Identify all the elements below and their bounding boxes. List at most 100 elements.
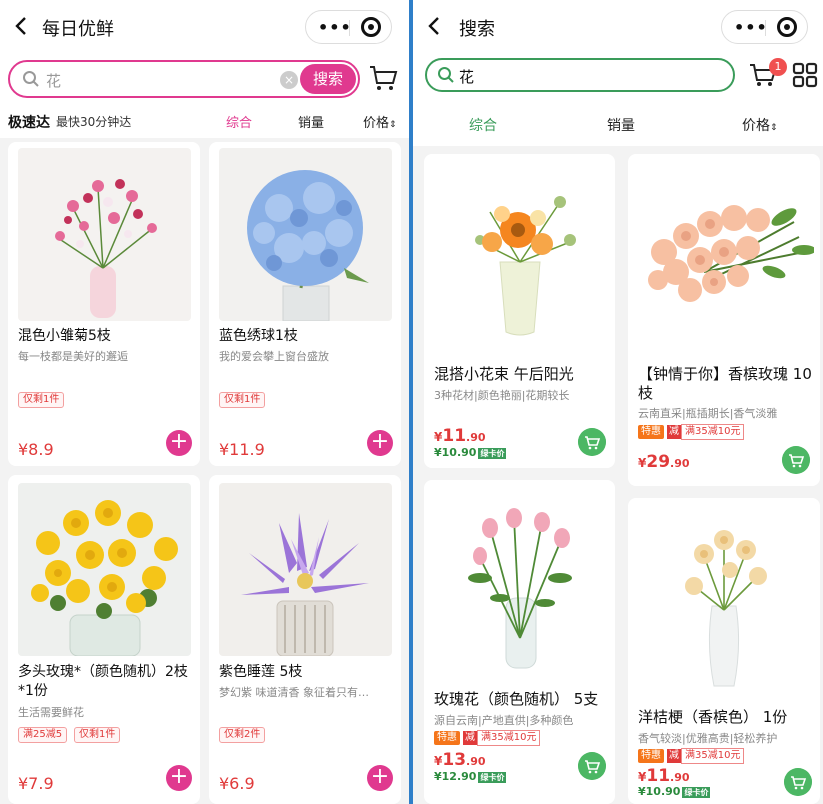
sort-comprehensive[interactable]: 综合 bbox=[469, 115, 497, 135]
discount-rule: 满35减10元 bbox=[681, 424, 745, 440]
mini-program-capsule: ••• bbox=[721, 10, 808, 44]
discount-tag: 减 bbox=[463, 731, 477, 745]
product-image-hydrangea bbox=[219, 148, 392, 321]
add-to-cart-button[interactable] bbox=[578, 428, 606, 456]
promo-tags: 特惠减满35减10元 bbox=[638, 748, 745, 764]
product-price: ¥29.90 bbox=[638, 452, 690, 472]
discount-rule: 满35减10元 bbox=[477, 730, 541, 746]
add-to-cart-button[interactable] bbox=[782, 446, 810, 474]
search-input[interactable]: 花 × 搜索 bbox=[8, 60, 360, 98]
product-card[interactable]: 蓝色绣球1枝 我的爱会攀上窗台盛放 仅剩1件 ¥11.9 + bbox=[209, 142, 401, 466]
add-to-cart-button[interactable]: + bbox=[166, 430, 192, 456]
product-name: 洋桔梗（香槟色） 1份 bbox=[638, 708, 788, 726]
product-price: ¥8.9 bbox=[18, 440, 54, 459]
product-card[interactable]: 紫色睡莲 5枝 梦幻紫 味道清香 象征着只有… 仅剩2件 ¥6.9 + bbox=[209, 475, 401, 804]
product-price: ¥11.90 bbox=[638, 766, 690, 786]
category-grid-icon[interactable] bbox=[792, 62, 818, 88]
page-title: 每日优鲜 bbox=[42, 19, 114, 40]
stock-tag: 仅剩1件 bbox=[18, 392, 65, 408]
right-app-screen: 搜索 ••• 花 1 综合 销量 价格⇕ 混搭小花束 午后阳光 3种花材|颜色艳… bbox=[413, 0, 823, 804]
cart-icon[interactable] bbox=[368, 64, 398, 92]
cart-count-badge: 1 bbox=[769, 58, 787, 76]
sort-arrows-icon: ⇕ bbox=[389, 120, 397, 130]
stock-tag: 仅剩1件 bbox=[74, 727, 121, 743]
add-to-cart-button[interactable]: + bbox=[367, 430, 393, 456]
sort-sales[interactable]: 销量 bbox=[607, 115, 635, 135]
mini-program-capsule: ••• bbox=[305, 10, 392, 44]
product-card[interactable]: 玫瑰花（颜色随机） 5支 源自云南|产地直供|多种颜色 特惠减满35减10元 ¥… bbox=[424, 480, 615, 804]
more-icon[interactable]: ••• bbox=[734, 18, 768, 37]
add-to-cart-button[interactable] bbox=[578, 752, 606, 780]
member-price-value: ¥10.90 bbox=[638, 785, 681, 798]
member-price-label: 绿卡价 bbox=[682, 786, 711, 798]
price-decimal: .90 bbox=[466, 431, 486, 444]
product-card[interactable]: 混搭小花束 午后阳光 3种花材|颜色艳丽|花期较长 ¥11.90 ¥10.90 绿… bbox=[424, 154, 615, 468]
discount-tag: 减 bbox=[667, 425, 681, 439]
more-icon[interactable]: ••• bbox=[318, 18, 352, 37]
discount-rule: 满35减10元 bbox=[681, 748, 745, 764]
product-price: ¥13.90 bbox=[434, 750, 486, 770]
back-arrow-icon[interactable] bbox=[12, 14, 32, 38]
search-icon bbox=[23, 71, 39, 87]
price-decimal: .90 bbox=[670, 771, 690, 784]
price-decimal: .90 bbox=[466, 755, 486, 768]
delivery-subtitle: 最快30分钟达 bbox=[56, 115, 132, 129]
product-desc: 云南直采|瓶插期长|香气淡雅 bbox=[638, 407, 778, 420]
product-card[interactable]: 多头玫瑰*（颜色随机）2枝*1份 生活需要鲜花 满25减5 仅剩1件 ¥7.9 … bbox=[8, 475, 200, 804]
sort-comprehensive[interactable]: 综合 bbox=[226, 112, 252, 131]
sort-price-label: 价格 bbox=[742, 118, 770, 134]
back-arrow-icon[interactable] bbox=[425, 14, 445, 38]
product-name: 混搭小花束 午后阳光 bbox=[434, 365, 574, 383]
sort-price[interactable]: 价格⇕ bbox=[742, 115, 778, 135]
delivery-name: 极速达 bbox=[8, 115, 50, 131]
product-name: 混色小雏菊5枝 bbox=[18, 328, 111, 344]
search-icon bbox=[438, 67, 454, 83]
special-offer-tag: 特惠 bbox=[638, 749, 664, 763]
stock-tag: 仅剩2件 bbox=[219, 727, 266, 743]
product-name: 紫色睡莲 5枝 bbox=[219, 664, 303, 680]
product-price: ¥11.90 bbox=[434, 426, 486, 446]
search-input[interactable]: 花 bbox=[425, 58, 735, 92]
sort-sales[interactable]: 销量 bbox=[298, 112, 324, 131]
product-card[interactable]: 【钟情于你】香槟玫瑰 10枝 云南直采|瓶插期长|香气淡雅 特惠减满35减10元… bbox=[628, 154, 820, 486]
member-price-value: ¥10.90 bbox=[434, 446, 477, 459]
product-image-lisianthus bbox=[634, 506, 814, 696]
member-price: ¥12.90 绿卡价 bbox=[434, 770, 507, 783]
close-target-icon[interactable] bbox=[361, 17, 381, 37]
price-integer: 29 bbox=[646, 452, 671, 472]
product-price: ¥6.9 bbox=[219, 774, 255, 793]
promo-tag: 满25减5 bbox=[18, 727, 68, 743]
add-to-cart-button[interactable] bbox=[784, 768, 812, 796]
search-query: 花 bbox=[459, 68, 475, 86]
product-desc: 梦幻紫 味道清香 象征着只有… bbox=[219, 686, 369, 699]
product-card[interactable]: 洋桔梗（香槟色） 1份 香气较淡|优雅高贵|轻松养护 特惠减满35减10元 ¥1… bbox=[628, 498, 820, 804]
product-card[interactable]: 混色小雏菊5枝 每一枝都是美好的邂逅 仅剩1件 ¥8.9 + bbox=[8, 142, 200, 466]
clear-icon[interactable]: × bbox=[280, 71, 298, 89]
sort-price[interactable]: 价格⇕ bbox=[363, 112, 397, 131]
special-offer-tag: 特惠 bbox=[434, 731, 460, 745]
sort-price-label: 价格 bbox=[363, 116, 390, 131]
promo-tags: 特惠减满35减10元 bbox=[638, 424, 745, 440]
add-to-cart-button[interactable]: + bbox=[166, 765, 192, 791]
product-image-champagne-rose bbox=[634, 162, 814, 352]
add-to-cart-button[interactable]: + bbox=[367, 765, 393, 791]
member-price: ¥10.90 绿卡价 bbox=[434, 446, 507, 459]
stock-tag: 仅剩1件 bbox=[219, 392, 266, 408]
right-top-bar: 搜索 ••• bbox=[413, 0, 823, 52]
product-desc: 源自云南|产地直供|多种颜色 bbox=[434, 714, 574, 727]
close-target-icon[interactable] bbox=[777, 17, 797, 37]
search-button[interactable]: 搜索 bbox=[300, 64, 356, 94]
price-integer: 11 bbox=[442, 426, 467, 446]
product-image-daisy bbox=[18, 148, 191, 321]
product-name: 【钟情于你】香槟玫瑰 10枝 bbox=[638, 365, 812, 402]
product-image-mixed-bouquet bbox=[430, 162, 609, 352]
sort-arrows-icon: ⇕ bbox=[770, 123, 778, 133]
left-top-bar: 每日优鲜 ••• bbox=[0, 0, 409, 52]
product-image-rose-mix bbox=[430, 488, 609, 678]
product-desc: 3种花材|颜色艳丽|花期较长 bbox=[434, 389, 570, 402]
product-desc: 我的爱会攀上窗台盛放 bbox=[219, 350, 329, 363]
product-price: ¥7.9 bbox=[18, 774, 54, 793]
member-price-label: 绿卡价 bbox=[478, 447, 507, 459]
product-desc: 生活需要鲜花 bbox=[18, 706, 84, 719]
product-price: ¥11.9 bbox=[219, 440, 265, 459]
